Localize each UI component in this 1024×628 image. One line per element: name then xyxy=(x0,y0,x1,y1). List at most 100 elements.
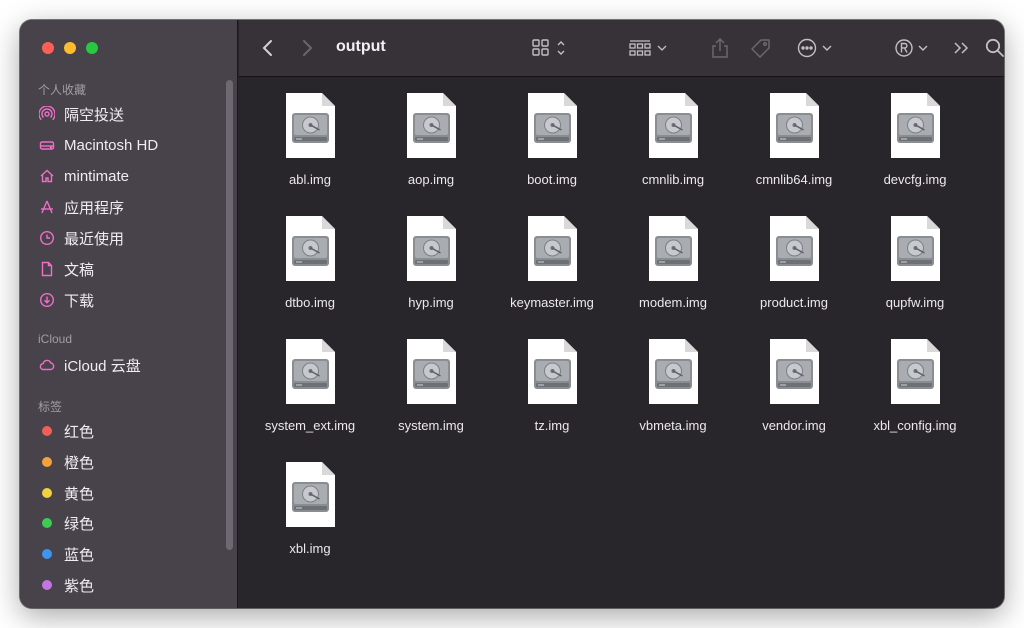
orange-tag-dot-icon xyxy=(42,457,52,467)
file-item[interactable]: modem.img xyxy=(613,201,733,311)
file-item[interactable]: boot.img xyxy=(492,78,612,188)
disk-image-file-icon xyxy=(528,216,577,281)
file-name: tz.img xyxy=(534,418,570,433)
forward-button[interactable] xyxy=(300,36,314,60)
purple-tag-dot-icon xyxy=(42,580,52,590)
sidebar-item-label: 应用程序 xyxy=(64,199,125,217)
back-button[interactable] xyxy=(261,36,275,60)
disk-image-file-icon xyxy=(649,93,698,158)
search-icon xyxy=(985,38,1004,57)
sidebar-item-label: 最近使用 xyxy=(64,230,125,248)
sidebar-item-label: mintimate xyxy=(64,167,130,185)
sidebar-item-label: 橙色 xyxy=(64,454,95,472)
file-name: modem.img xyxy=(639,295,707,310)
view-mode-button[interactable] xyxy=(532,36,568,60)
sidebar-item-label: Macintosh HD xyxy=(64,136,159,154)
extension-button[interactable] xyxy=(894,36,932,60)
file-name: devcfg.img xyxy=(883,172,947,187)
minimize-window-button[interactable] xyxy=(64,42,76,54)
applications-icon xyxy=(38,198,56,216)
blue-tag-dot-icon xyxy=(42,549,52,559)
chevron-left-icon xyxy=(262,40,272,56)
file-item[interactable]: hyp.img xyxy=(371,201,491,311)
more-toolbar-button[interactable] xyxy=(952,36,970,60)
file-name: system.img xyxy=(398,418,464,433)
file-name: product.img xyxy=(760,295,828,310)
sidebar-item-airdrop[interactable]: 隔空投送 xyxy=(38,101,124,127)
file-item[interactable]: devcfg.img xyxy=(855,78,975,188)
share-button[interactable] xyxy=(710,36,730,60)
sidebar-tag-red[interactable]: 红色 xyxy=(38,418,94,444)
cloud-icon xyxy=(38,356,56,374)
sidebar-item-downloads[interactable]: 下载 xyxy=(38,287,94,313)
disk-icon xyxy=(38,136,56,154)
sidebar-item-label: 绿色 xyxy=(64,515,95,533)
action-button[interactable] xyxy=(796,36,836,60)
sidebar-item-documents[interactable]: 文稿 xyxy=(38,256,94,282)
disk-image-file-icon xyxy=(528,339,577,404)
disk-image-file-icon xyxy=(286,339,335,404)
file-item[interactable]: qupfw.img xyxy=(855,201,975,311)
file-item[interactable]: xbl_config.img xyxy=(855,324,975,434)
disk-image-file-icon xyxy=(286,93,335,158)
sidebar-item-label: 隔空投送 xyxy=(64,106,125,124)
file-item[interactable]: xbl.img xyxy=(250,447,370,557)
sidebar-item-label: iCloud 云盘 xyxy=(64,357,141,375)
file-item[interactable]: cmnlib.img xyxy=(613,78,733,188)
file-name: hyp.img xyxy=(408,295,454,310)
file-item[interactable]: vendor.img xyxy=(734,324,854,434)
disk-image-file-icon xyxy=(891,93,940,158)
sidebar-scrollbar[interactable] xyxy=(226,80,233,550)
sidebar-tag-blue[interactable]: 蓝色 xyxy=(38,541,94,567)
file-item[interactable]: product.img xyxy=(734,201,854,311)
file-item[interactable]: vbmeta.img xyxy=(613,324,733,434)
sidebar-item-applications[interactable]: 应用程序 xyxy=(38,194,124,220)
sidebar-item-label: 黄色 xyxy=(64,485,95,503)
file-name: xbl_config.img xyxy=(873,418,957,433)
airdrop-icon xyxy=(38,105,56,123)
green-tag-dot-icon xyxy=(42,518,52,528)
finder-window: 个人收藏 隔空投送 Macintosh HD mintimate 应用程序 最近… xyxy=(20,20,1004,608)
file-item[interactable]: system.img xyxy=(371,324,491,434)
disk-image-file-icon xyxy=(528,93,577,158)
file-item[interactable]: cmnlib64.img xyxy=(734,78,854,188)
sidebar-item-macintosh-hd[interactable]: Macintosh HD xyxy=(38,132,158,158)
file-name: cmnlib.img xyxy=(641,172,705,187)
zoom-window-button[interactable] xyxy=(86,42,98,54)
sidebar-item-icloud-drive[interactable]: iCloud 云盘 xyxy=(38,352,141,378)
file-item[interactable]: aop.img xyxy=(371,78,491,188)
traffic-lights xyxy=(42,42,98,54)
document-icon xyxy=(38,260,56,278)
group-button[interactable] xyxy=(629,36,671,60)
file-name: abl.img xyxy=(289,172,331,187)
close-window-button[interactable] xyxy=(42,42,54,54)
sidebar-item-label: 红色 xyxy=(64,423,95,441)
sidebar-tag-yellow[interactable]: 黄色 xyxy=(38,480,94,506)
red-tag-dot-icon xyxy=(42,426,52,436)
home-icon xyxy=(38,167,56,185)
grid-view-icon xyxy=(532,39,565,56)
file-item[interactable]: system_ext.img xyxy=(250,324,370,434)
file-name: aop.img xyxy=(407,172,455,187)
sidebar-item-label: 下载 xyxy=(64,292,95,310)
file-name: system_ext.img xyxy=(264,418,356,433)
file-item[interactable]: tz.img xyxy=(492,324,612,434)
tags-button[interactable] xyxy=(749,36,773,60)
icloud-section-title: iCloud xyxy=(38,332,73,346)
file-name: qupfw.img xyxy=(885,295,945,310)
toolbar: output xyxy=(239,20,1004,77)
file-item[interactable]: abl.img xyxy=(250,78,370,188)
search-button[interactable] xyxy=(984,36,1004,60)
file-name: boot.img xyxy=(527,172,577,187)
sidebar-tag-purple[interactable]: 紫色 xyxy=(38,572,94,598)
disk-image-file-icon xyxy=(407,339,456,404)
file-grid: abl.img aop.img boot.img cmnlib.img cmnlib64… xyxy=(239,78,1004,608)
disk-image-file-icon xyxy=(649,216,698,281)
sidebar-tag-green[interactable]: 绿色 xyxy=(38,510,94,536)
file-item[interactable]: dtbo.img xyxy=(250,201,370,311)
file-item[interactable]: keymaster.img xyxy=(492,201,612,311)
chevron-right-icon xyxy=(303,40,313,56)
sidebar-tag-orange[interactable]: 橙色 xyxy=(38,449,94,475)
sidebar-item-recents[interactable]: 最近使用 xyxy=(38,225,124,251)
sidebar-item-home[interactable]: mintimate xyxy=(38,163,129,189)
